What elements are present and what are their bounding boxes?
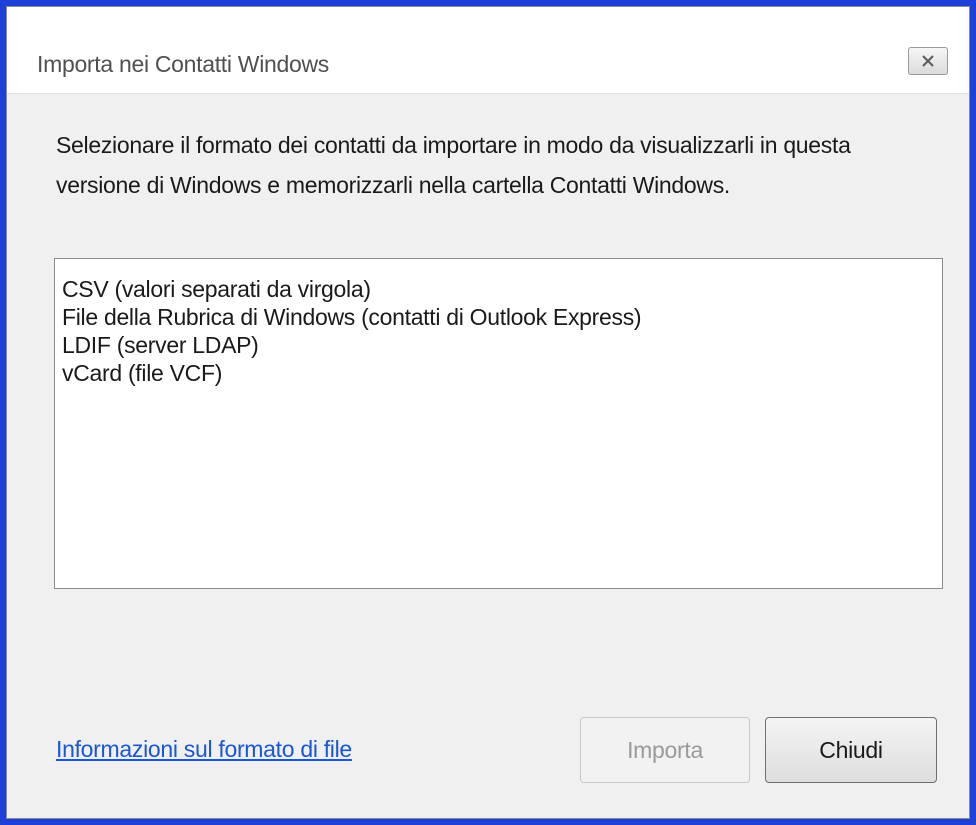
close-x-icon xyxy=(922,55,934,67)
import-dialog: Importa nei Contatti Windows Selezionare… xyxy=(6,6,970,819)
format-item-windows-address-book[interactable]: File della Rubrica di Windows (contatti … xyxy=(62,303,942,331)
file-format-info-link[interactable]: Informazioni sul formato di file xyxy=(56,736,352,763)
format-item-vcard[interactable]: vCard (file VCF) xyxy=(62,359,942,387)
close-button[interactable]: Chiudi xyxy=(765,717,937,783)
format-item-csv[interactable]: CSV (valori separati da virgola) xyxy=(62,275,942,303)
instructions-text: Selezionare il formato dei contatti da i… xyxy=(56,132,851,198)
format-item-ldif[interactable]: LDIF (server LDAP) xyxy=(62,331,942,359)
screenshot-frame: Importa nei Contatti Windows Selezionare… xyxy=(0,0,976,825)
dialog-title: Importa nei Contatti Windows xyxy=(37,51,330,77)
format-list[interactable]: CSV (valori separati da virgola) File de… xyxy=(54,258,943,589)
import-button[interactable]: Importa xyxy=(580,717,750,783)
title-bar: Importa nei Contatti Windows xyxy=(7,7,969,94)
close-window-button[interactable] xyxy=(908,47,948,75)
